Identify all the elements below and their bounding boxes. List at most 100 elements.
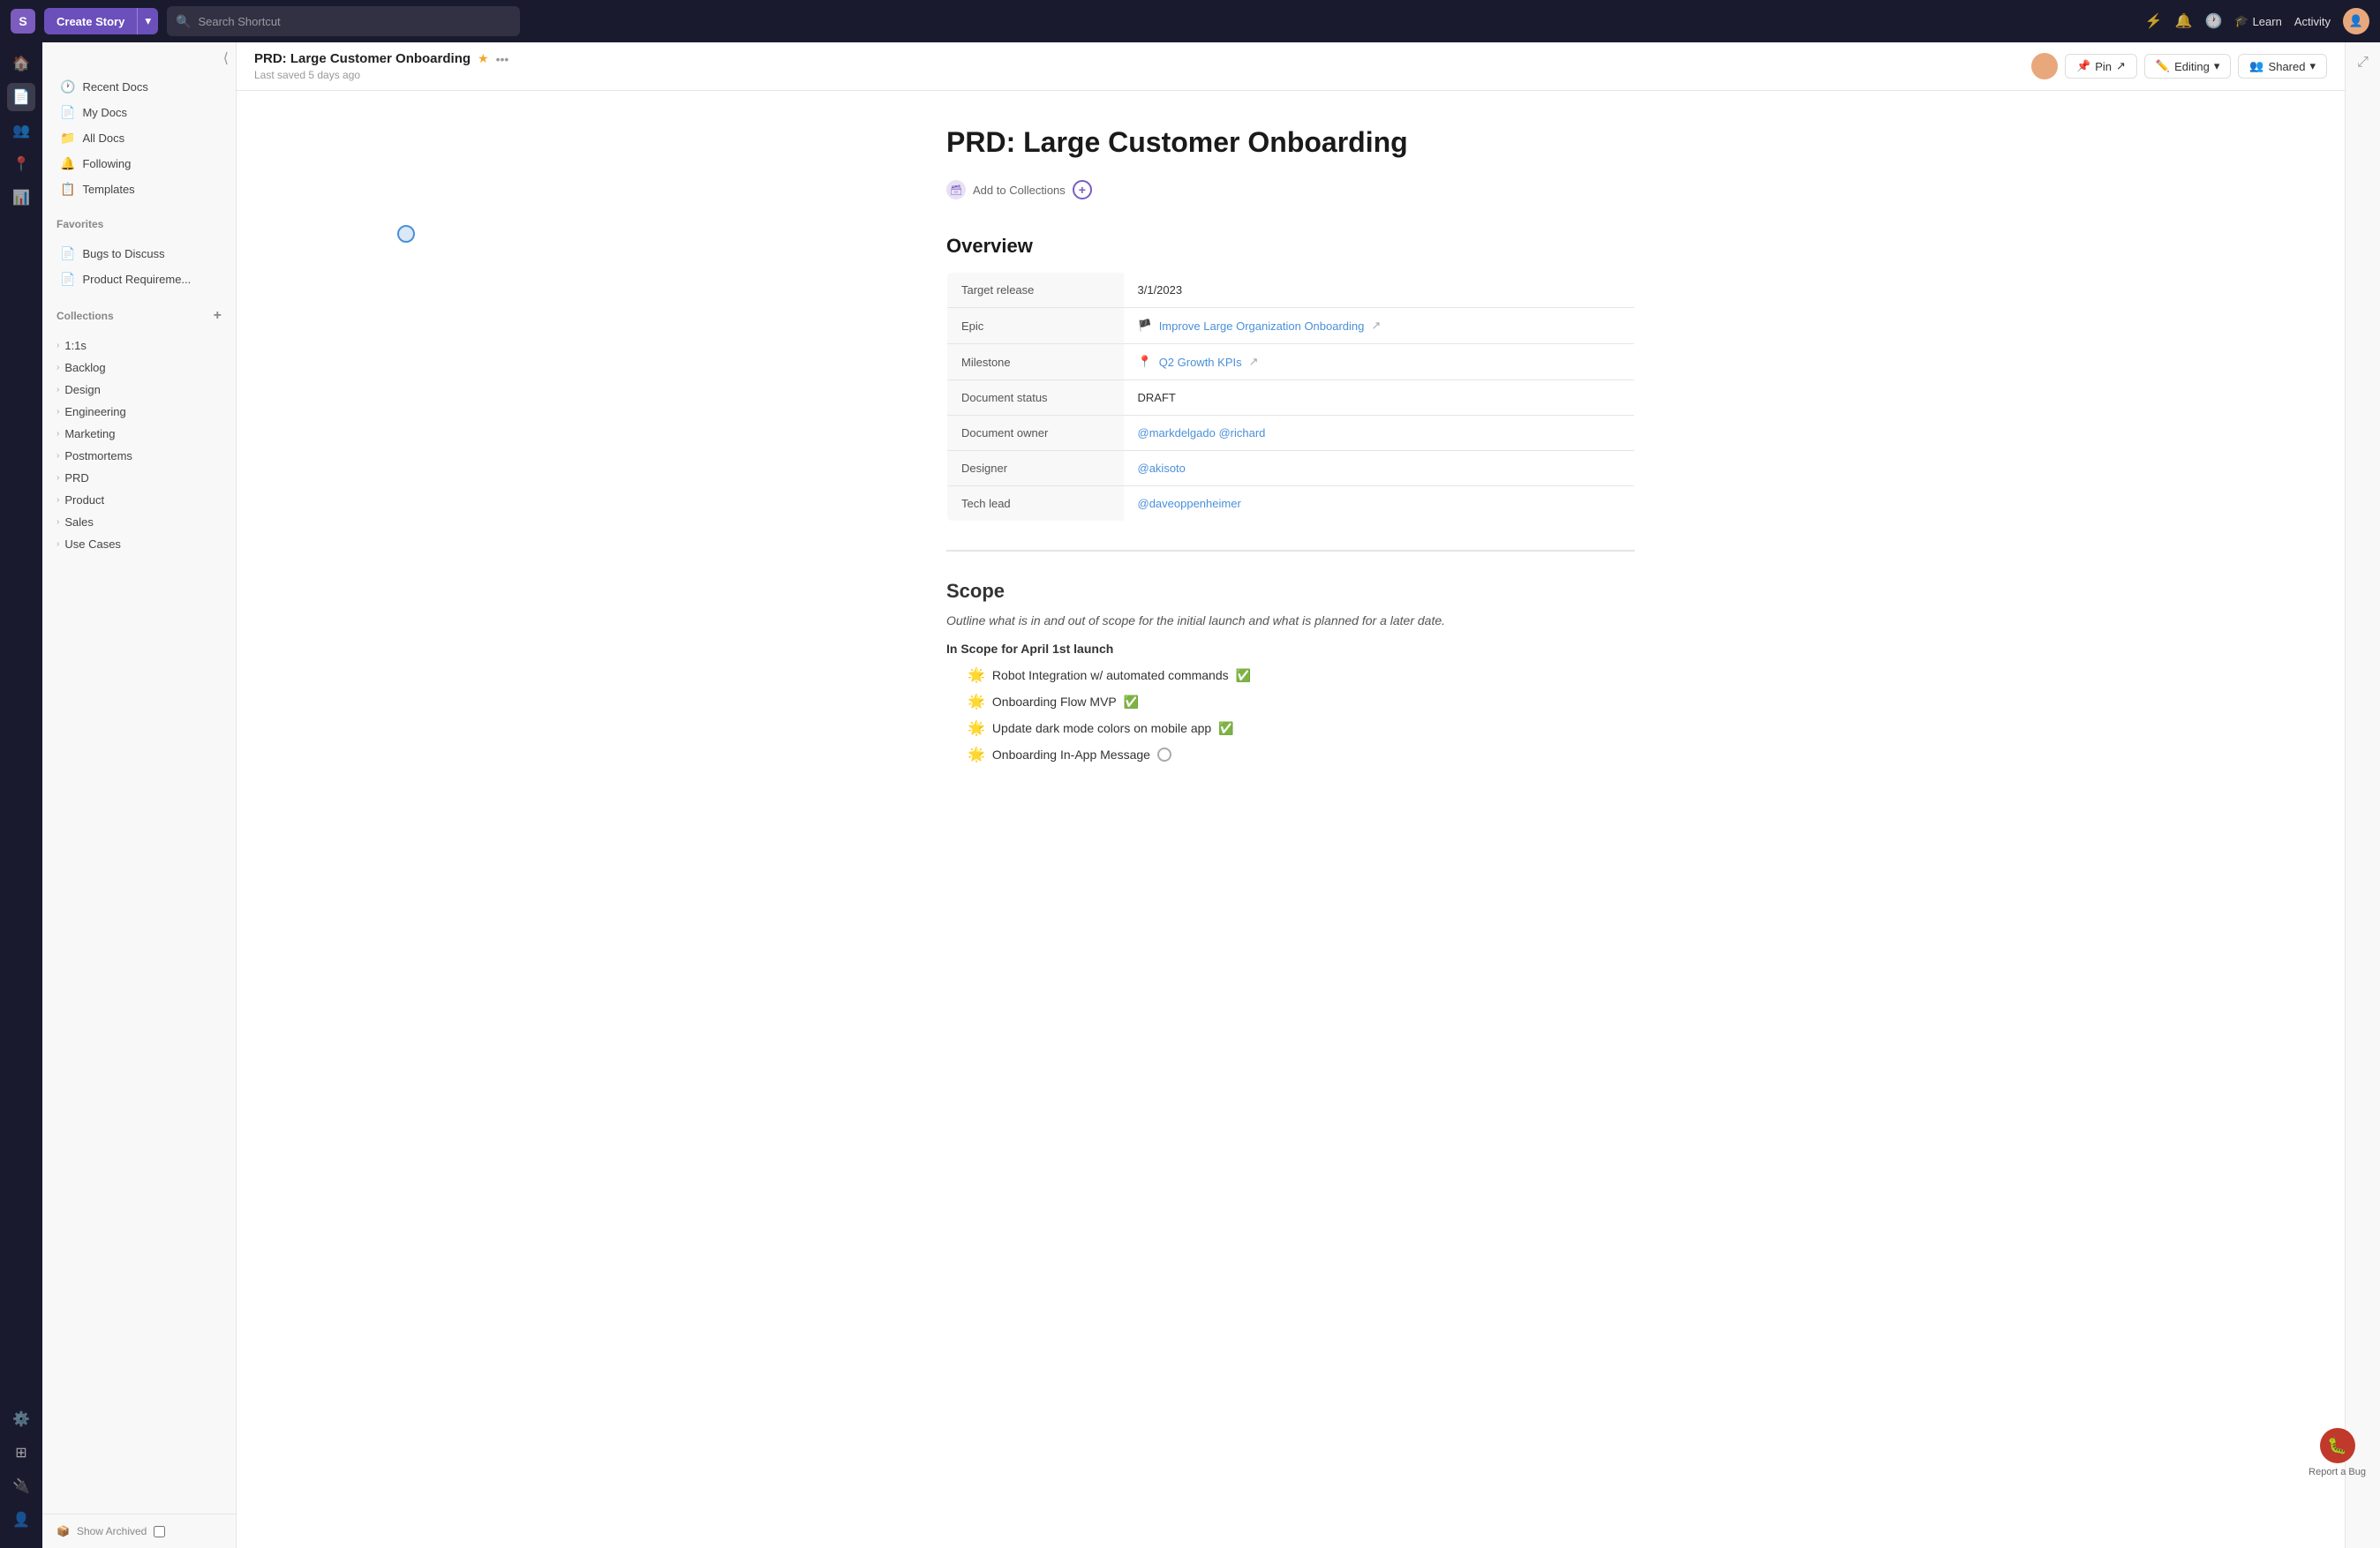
sidebar-collection-postmortems[interactable]: › Postmortems [42, 445, 236, 467]
report-bug-label: Report a Bug [2308, 1467, 2366, 1477]
rail-settings-icon[interactable]: ⚙️ [7, 1405, 35, 1433]
pin-button[interactable]: 📌 Pin ↗ [2065, 54, 2137, 79]
report-bug-button[interactable]: 🐛 Report a Bug [2308, 1428, 2366, 1477]
clock-icon[interactable]: 🕐 [2204, 12, 2222, 30]
sidebar-collection-backlog[interactable]: › Backlog [42, 357, 236, 379]
add-collection-button[interactable]: + [214, 308, 222, 324]
all-docs-icon: 📁 [60, 131, 75, 146]
doc-owner-value: @markdelgado @richard [1124, 416, 1635, 451]
scope-item-2-text: Onboarding Flow MVP [992, 695, 1117, 709]
section-divider [946, 550, 1635, 552]
sun-icon-2: 🌟 [968, 693, 985, 710]
chevron-right-icon: › [56, 473, 59, 483]
shared-label: Shared [2269, 60, 2306, 73]
show-archived-area: 📦 Show Archived [42, 1514, 236, 1548]
favorites-section: 📄 Bugs to Discuss 📄 Product Requireme... [42, 234, 236, 299]
milestone-pin-icon: 📍 [1138, 355, 1152, 369]
scope-title: Scope [946, 580, 1635, 603]
table-row-tech-lead: Tech lead @daveoppenheimer [947, 486, 1635, 522]
chevron-right-icon: › [56, 539, 59, 549]
sidebar-collection-prd[interactable]: › PRD [42, 467, 236, 489]
rail-location-icon[interactable]: 📍 [7, 150, 35, 178]
bug-icon: 🐛 [2320, 1428, 2355, 1463]
designer-link[interactable]: @akisoto [1138, 462, 1186, 475]
shared-button[interactable]: 👥 Shared ▾ [2238, 54, 2327, 79]
tech-lead-value: @daveoppenheimer [1124, 486, 1635, 522]
rail-bottom: ⚙️ ⊞ 🔌 👤 [7, 1405, 35, 1541]
scope-item-2: 🌟 Onboarding Flow MVP ✅ [968, 693, 1635, 710]
doc-saved-text: Last saved 5 days ago [254, 69, 2022, 81]
show-archived-checkbox[interactable] [154, 1526, 165, 1537]
rail-apps-icon[interactable]: ⊞ [7, 1439, 35, 1467]
rail-people-icon[interactable]: 👥 [7, 116, 35, 145]
bugs-to-discuss-label: Bugs to Discuss [82, 247, 164, 260]
rail-docs-icon[interactable]: 📄 [7, 83, 35, 111]
doc-status-value: DRAFT [1124, 380, 1635, 416]
sidebar-collection-use-cases[interactable]: › Use Cases [42, 533, 236, 555]
favorites-label: Favorites [56, 218, 103, 230]
learn-link[interactable]: 🎓 Learn [2234, 14, 2281, 28]
sidebar-collection-1-1s[interactable]: › 1:1s [42, 334, 236, 357]
doc-star-icon[interactable]: ★ [478, 51, 489, 66]
epic-nav-icon[interactable]: ↗ [1371, 319, 1381, 333]
rail-home-icon[interactable]: 🏠 [7, 49, 35, 78]
designer-label: Designer [947, 451, 1124, 486]
sidebar-item-following[interactable]: 🔔 Following [46, 151, 232, 177]
rail-plug-icon[interactable]: 🔌 [7, 1472, 35, 1500]
sidebar-collection-engineering[interactable]: › Engineering [42, 401, 236, 423]
epic-label: Epic [947, 308, 1124, 344]
collections-section: › 1:1s › Backlog › Design › Engineering … [42, 327, 236, 562]
sidebar-collapse-button[interactable]: ⟨ [223, 49, 229, 67]
scope-item-1: 🌟 Robot Integration w/ automated command… [968, 666, 1635, 684]
table-row-milestone: Milestone 📍 Q2 Growth KPIs ↗ [947, 344, 1635, 380]
sidebar-item-recent-docs[interactable]: 🕐 Recent Docs [46, 74, 232, 100]
expand-icon[interactable]: ⤢ [2352, 49, 2374, 76]
sidebar-collection-sales[interactable]: › Sales [42, 511, 236, 533]
lightning-icon[interactable]: ⚡ [2145, 12, 2163, 30]
scope-item-4-text: Onboarding In-App Message [992, 748, 1150, 762]
sidebar-item-product-requirements[interactable]: 📄 Product Requireme... [46, 267, 232, 292]
search-input[interactable] [198, 15, 511, 28]
create-story-button[interactable]: Create Story [44, 9, 137, 34]
sidebar-item-all-docs[interactable]: 📁 All Docs [46, 125, 232, 151]
edit-icon: ✏️ [2156, 59, 2170, 73]
editing-button[interactable]: ✏️ Editing ▾ [2144, 54, 2231, 79]
check-pending-icon-4 [1157, 748, 1171, 762]
collection-design-label: Design [64, 383, 100, 396]
collection-sales-label: Sales [64, 515, 94, 529]
bell-icon[interactable]: 🔔 [2175, 12, 2193, 30]
app-logo: S [11, 9, 35, 34]
product-requirements-label: Product Requireme... [82, 273, 191, 286]
content-area: PRD: Large Customer Onboarding ★ ••• Las… [237, 42, 2345, 1548]
sidebar-collection-product[interactable]: › Product [42, 489, 236, 511]
create-story-dropdown-arrow[interactable]: ▾ [137, 8, 158, 34]
pin-arrow-icon: ↗ [2116, 59, 2126, 73]
activity-link[interactable]: Activity [2294, 15, 2331, 28]
all-docs-label: All Docs [82, 132, 124, 145]
sidebar-collection-design[interactable]: › Design [42, 379, 236, 401]
user-avatar[interactable]: 👤 [2343, 8, 2369, 34]
doc-owner-link[interactable]: @markdelgado @richard [1138, 426, 1266, 440]
table-row-doc-status: Document status DRAFT [947, 380, 1635, 416]
sidebar-item-my-docs[interactable]: 📄 My Docs [46, 100, 232, 125]
sidebar-nav-section: 🕐 Recent Docs 📄 My Docs 📁 All Docs 🔔 Fol… [42, 67, 236, 209]
overview-table: Target release 3/1/2023 Epic 🏴 Improve L… [946, 272, 1635, 522]
sidebar-collection-marketing[interactable]: › Marketing [42, 423, 236, 445]
rail-user-icon[interactable]: 👤 [7, 1506, 35, 1534]
doc-user-avatar [2031, 53, 2058, 79]
target-release-value: 3/1/2023 [1124, 273, 1635, 308]
epic-link-text[interactable]: Improve Large Organization Onboarding [1159, 319, 1365, 333]
milestone-link-text[interactable]: Q2 Growth KPIs [1159, 356, 1242, 369]
doc-title-area: PRD: Large Customer Onboarding ★ ••• Las… [254, 51, 2022, 81]
sidebar-item-templates[interactable]: 📋 Templates [46, 177, 232, 202]
milestone-value: 📍 Q2 Growth KPIs ↗ [1124, 344, 1635, 380]
doc-more-button[interactable]: ••• [496, 52, 509, 66]
sidebar: ⟨ 🕐 Recent Docs 📄 My Docs 📁 All Docs 🔔 F… [42, 42, 237, 1548]
rail-chart-icon[interactable]: 📊 [7, 184, 35, 212]
sidebar-item-bugs-to-discuss[interactable]: 📄 Bugs to Discuss [46, 241, 232, 267]
add-to-collections-btn[interactable]: 🗃 Add to Collections + [946, 180, 1635, 199]
chevron-right-icon: › [56, 407, 59, 417]
doc-title: PRD: Large Customer Onboarding [254, 51, 471, 66]
tech-lead-link[interactable]: @daveoppenheimer [1138, 497, 1241, 510]
milestone-nav-icon[interactable]: ↗ [1249, 355, 1259, 369]
